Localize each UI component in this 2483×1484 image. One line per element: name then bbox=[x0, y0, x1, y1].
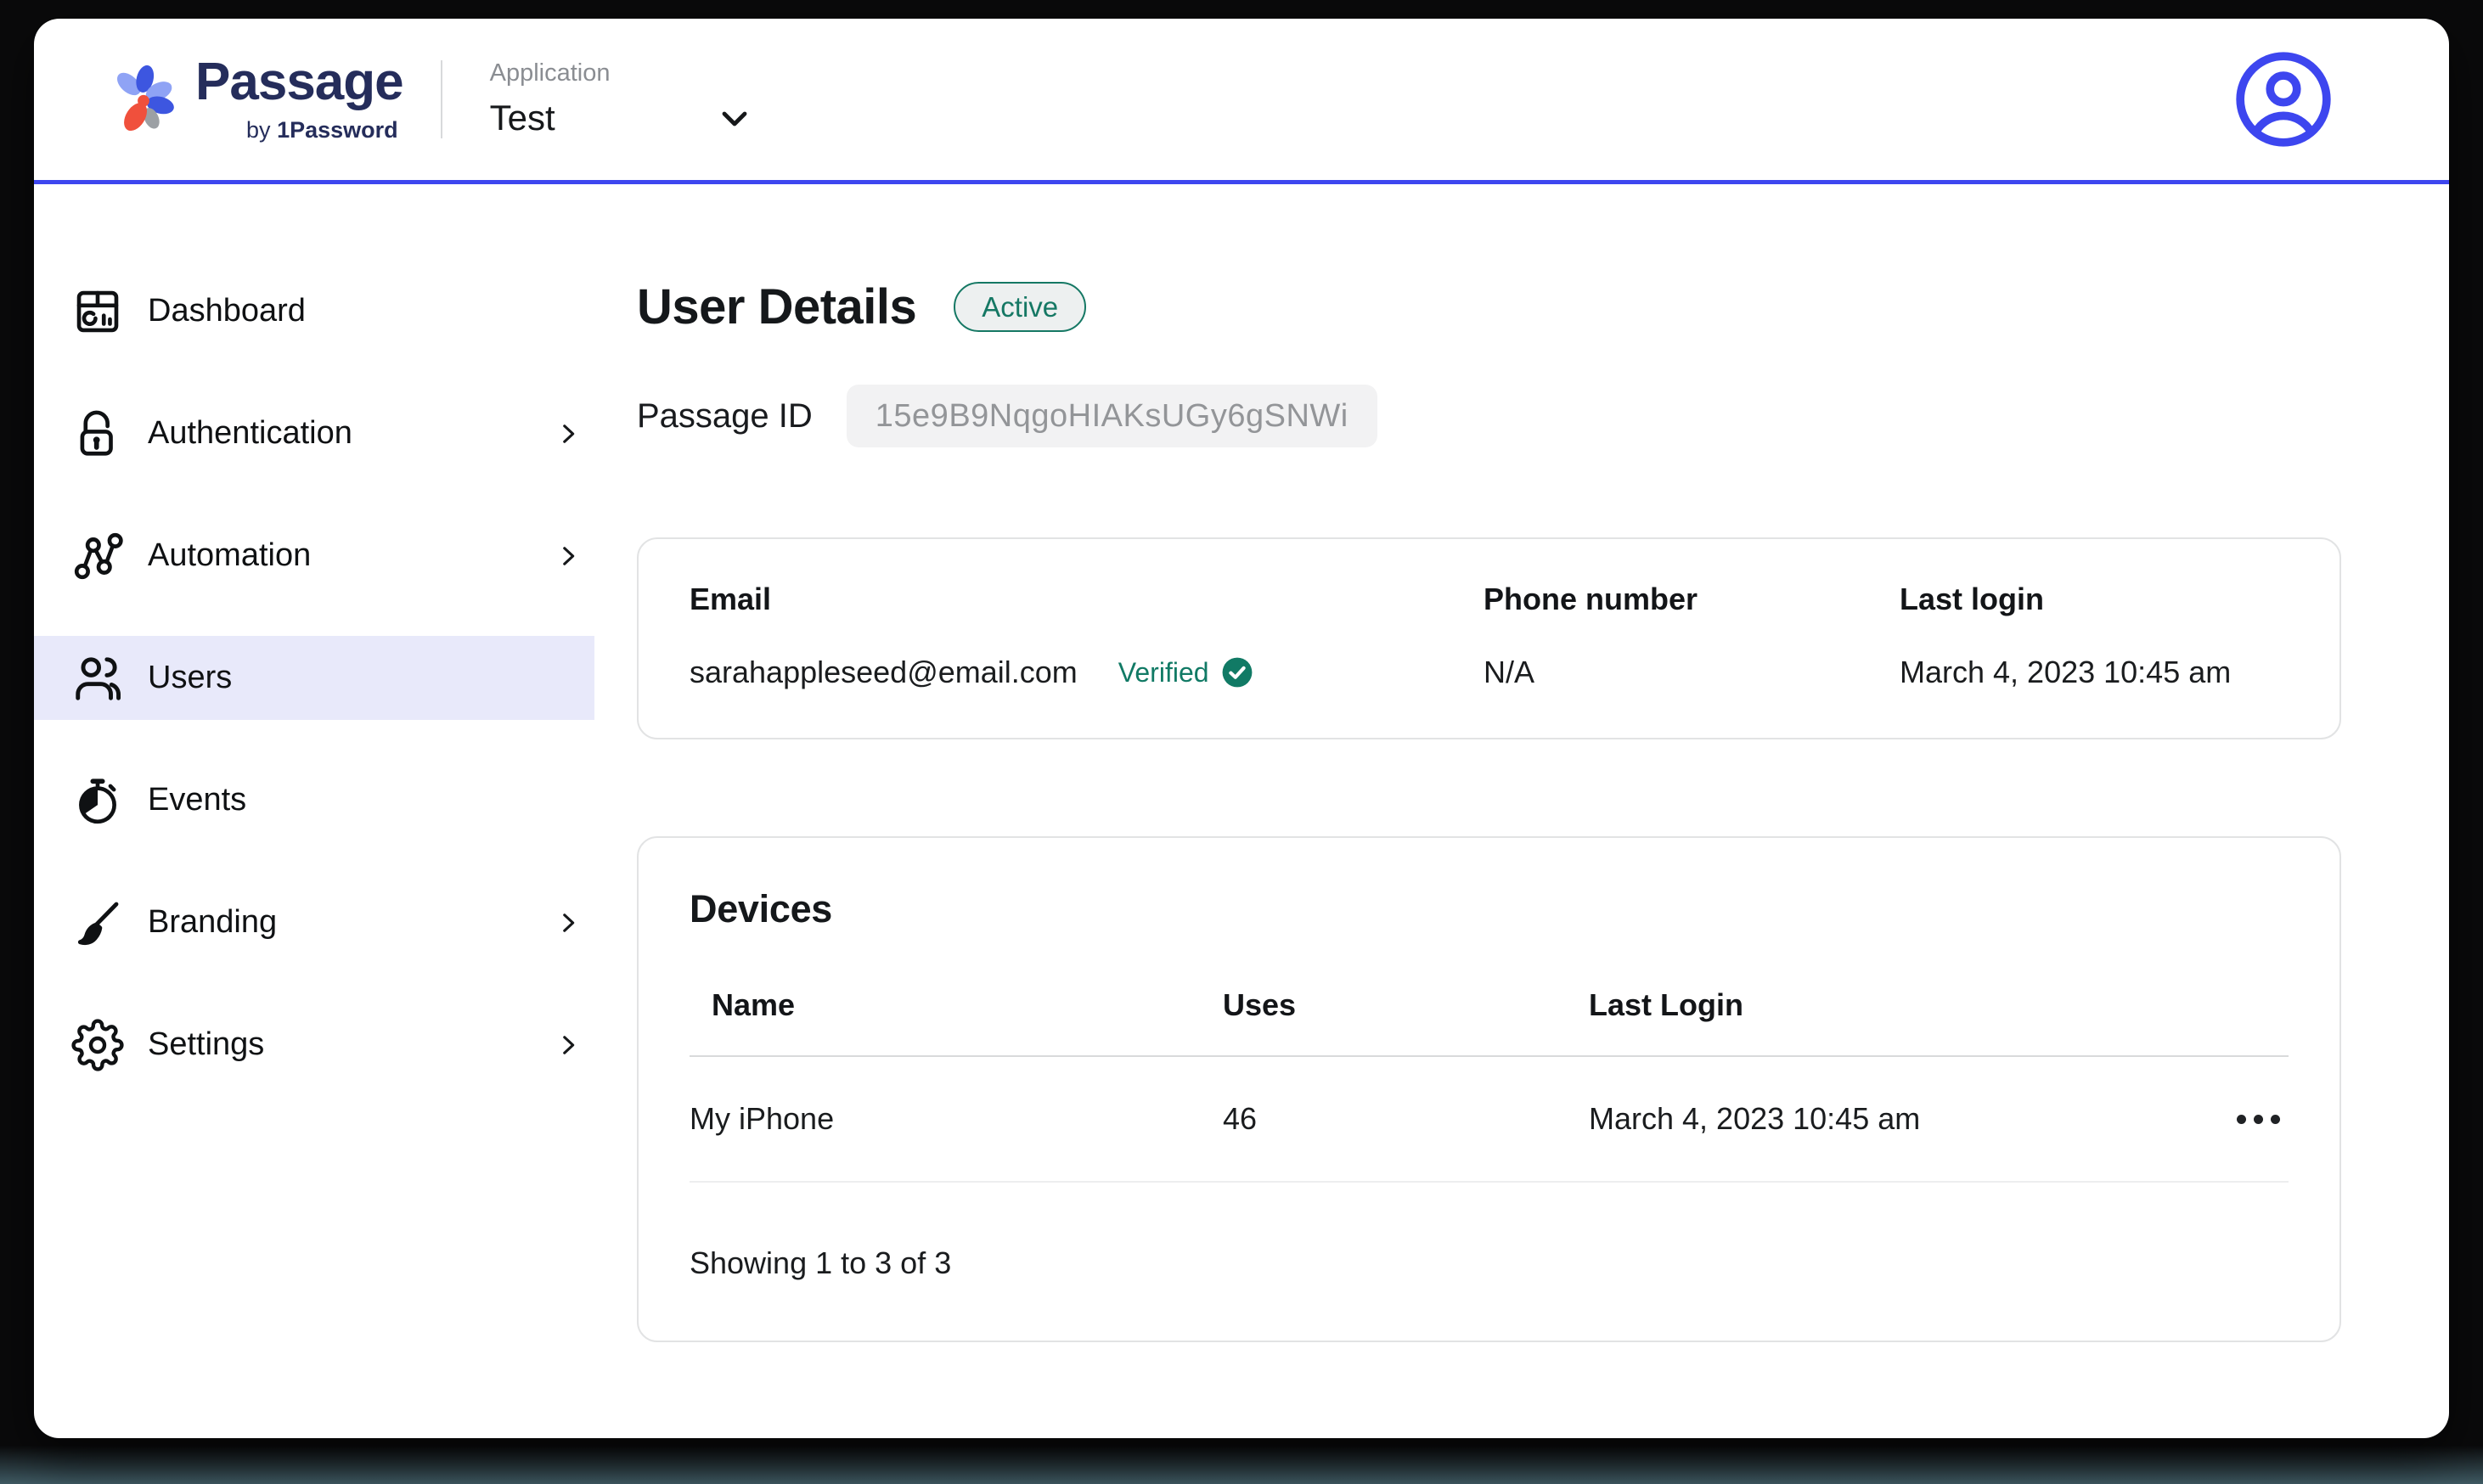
workflow-nodes-icon bbox=[71, 530, 124, 582]
sidebar-item-branding[interactable]: Branding bbox=[34, 880, 594, 964]
device-table-row: My iPhone 46 March 4, 2023 10:45 am bbox=[690, 1057, 2289, 1183]
device-uses: 46 bbox=[1223, 1101, 1589, 1137]
device-row-menu-button[interactable] bbox=[2232, 1114, 2289, 1125]
gear-icon bbox=[71, 1019, 124, 1071]
application-label: Application bbox=[490, 61, 755, 86]
sidebar-item-users[interactable]: Users bbox=[34, 636, 594, 720]
status-badge: Active bbox=[954, 282, 1086, 332]
last-login-value: March 4, 2023 10:45 am bbox=[1900, 655, 2289, 690]
application-selector[interactable]: Application Test bbox=[490, 61, 755, 138]
header-divider bbox=[441, 60, 442, 138]
sidebar-item-dashboard[interactable]: Dashboard bbox=[34, 269, 594, 353]
stopwatch-icon bbox=[71, 774, 124, 827]
device-name: My iPhone bbox=[690, 1101, 1223, 1137]
sidebar-item-events[interactable]: Events bbox=[34, 758, 594, 842]
user-avatar-icon[interactable] bbox=[2232, 48, 2335, 151]
passage-id-value: 15e9B9NqgoHIAKsUGy6gSNWi bbox=[847, 385, 1377, 447]
top-header: Passage by 1Password Application Test bbox=[34, 19, 2449, 184]
chevron-right-icon bbox=[554, 542, 583, 571]
email-verified-badge: Verified bbox=[1118, 656, 1253, 689]
sidebar-item-authentication[interactable]: Authentication bbox=[34, 391, 594, 475]
devices-title: Devices bbox=[690, 887, 2289, 931]
devices-card: Devices Name Uses Last Login My iPhone 4… bbox=[637, 836, 2341, 1342]
passage-logo: Passage by 1Password bbox=[107, 56, 403, 143]
brand-byline: by 1Password bbox=[246, 117, 398, 143]
application-value: Test bbox=[490, 100, 555, 136]
chevron-right-icon bbox=[554, 908, 583, 937]
chevron-right-icon bbox=[554, 1031, 583, 1060]
sidebar-item-automation[interactable]: Automation bbox=[34, 514, 594, 598]
column-header-name: Name bbox=[690, 987, 1223, 1023]
sidebar-item-label: Settings bbox=[148, 1026, 264, 1063]
sidebar-item-label: Dashboard bbox=[148, 293, 306, 329]
sidebar-item-label: Events bbox=[148, 782, 246, 818]
passage-id-row: Passage ID 15e9B9NqgoHIAKsUGy6gSNWi bbox=[637, 385, 2449, 447]
passage-flower-icon bbox=[107, 59, 180, 140]
sidebar-item-label: Authentication bbox=[148, 415, 352, 452]
users-icon bbox=[71, 652, 124, 705]
verified-check-icon bbox=[1221, 656, 1253, 689]
sidebar-item-label: Automation bbox=[148, 537, 311, 574]
page-title: User Details bbox=[637, 283, 916, 332]
pagination-summary: Showing 1 to 3 of 3 bbox=[690, 1245, 2289, 1281]
column-header-last-login: Last Login bbox=[1589, 987, 2207, 1023]
dashboard-icon bbox=[71, 285, 124, 338]
last-login-header: Last login bbox=[1900, 582, 2289, 617]
column-header-uses: Uses bbox=[1223, 987, 1589, 1023]
phone-value: N/A bbox=[1484, 655, 1900, 690]
sidebar-item-settings[interactable]: Settings bbox=[34, 1003, 594, 1087]
passage-id-label: Passage ID bbox=[637, 397, 813, 436]
app-window: Passage by 1Password Application Test bbox=[34, 19, 2449, 1438]
paintbrush-icon bbox=[71, 897, 124, 949]
email-header: Email bbox=[690, 582, 1484, 617]
phone-header: Phone number bbox=[1484, 582, 1900, 617]
sidebar-item-label: Users bbox=[148, 660, 232, 696]
brand-name: Passage bbox=[195, 56, 403, 109]
email-value: sarahappleseed@email.com bbox=[690, 655, 1078, 690]
main-content: User Details Active Passage ID 15e9B9Nqg… bbox=[594, 184, 2449, 1438]
unlock-icon bbox=[71, 408, 124, 460]
sidebar-nav: Dashboard Authentication bbox=[34, 184, 594, 1438]
chevron-down-icon bbox=[714, 98, 755, 138]
contact-card: Email sarahappleseed@email.com Verified bbox=[637, 537, 2341, 739]
chevron-right-icon bbox=[554, 419, 583, 448]
devices-table-header: Name Uses Last Login bbox=[690, 987, 2289, 1057]
sidebar-item-label: Branding bbox=[148, 904, 277, 941]
device-last-login: March 4, 2023 10:45 am bbox=[1589, 1101, 2207, 1137]
